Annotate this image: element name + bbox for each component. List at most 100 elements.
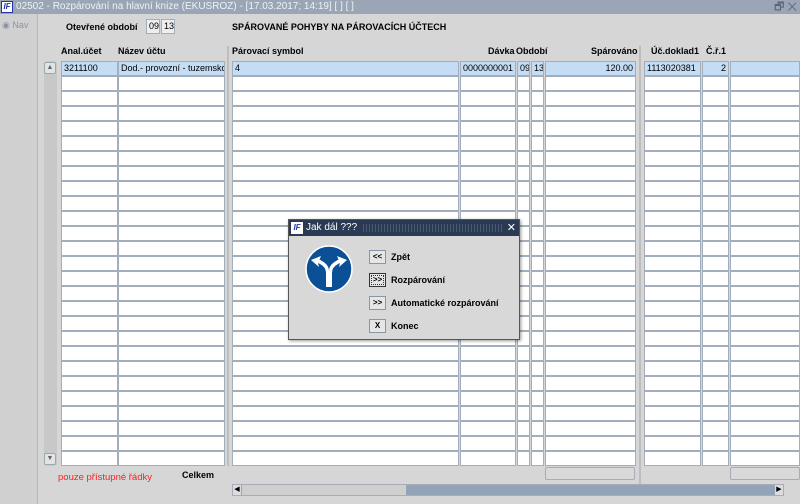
cell-anal[interactable]	[61, 391, 118, 406]
cell-extra[interactable]	[730, 136, 800, 151]
cell-extra[interactable]	[730, 406, 800, 421]
cell-anal[interactable]	[61, 241, 118, 256]
cell-sparovano[interactable]	[545, 316, 636, 331]
cell-extra[interactable]	[730, 121, 800, 136]
cell-anal[interactable]	[61, 331, 118, 346]
cell-symbol[interactable]	[232, 361, 459, 376]
cell-nazev[interactable]	[118, 301, 225, 316]
cell-anal[interactable]	[61, 181, 118, 196]
cell-davka[interactable]	[460, 76, 516, 91]
close-icon[interactable]: ✕	[507, 220, 516, 236]
cell-symbol[interactable]	[232, 76, 459, 91]
cell-m[interactable]	[517, 361, 530, 376]
cell-anal[interactable]	[61, 211, 118, 226]
cell-nazev[interactable]	[118, 346, 225, 361]
cell-y[interactable]	[531, 181, 544, 196]
cell-symbol[interactable]	[232, 106, 459, 121]
cell-y[interactable]	[531, 451, 544, 466]
cell-anal[interactable]	[61, 121, 118, 136]
cell-sparovano[interactable]	[545, 301, 636, 316]
cell-extra[interactable]	[730, 286, 800, 301]
cell-y[interactable]	[531, 421, 544, 436]
cell-cr[interactable]	[702, 181, 729, 196]
cell-y[interactable]: 13	[531, 61, 544, 76]
cell-cr[interactable]	[702, 346, 729, 361]
cell-y[interactable]	[531, 331, 544, 346]
cell-cr[interactable]	[702, 256, 729, 271]
cell-extra[interactable]	[730, 256, 800, 271]
cell-nazev[interactable]	[118, 211, 225, 226]
cell-extra[interactable]	[730, 376, 800, 391]
cell-doklad[interactable]	[644, 166, 701, 181]
cell-cr[interactable]	[702, 421, 729, 436]
cell-extra[interactable]	[730, 226, 800, 241]
cell-nazev[interactable]	[118, 241, 225, 256]
cell-sparovano[interactable]	[545, 151, 636, 166]
cell-doklad[interactable]	[644, 121, 701, 136]
cell-extra[interactable]	[730, 166, 800, 181]
cell-nazev[interactable]	[118, 256, 225, 271]
cell-sparovano[interactable]	[545, 436, 636, 451]
cell-cr[interactable]	[702, 286, 729, 301]
cell-nazev[interactable]: Dod.- provozní - tuzemsko,	[118, 61, 225, 76]
cell-doklad[interactable]	[644, 301, 701, 316]
cell-y[interactable]	[531, 211, 544, 226]
vertical-scrollbar[interactable]: ▲ ▼	[44, 61, 57, 466]
cell-extra[interactable]	[730, 421, 800, 436]
cell-extra[interactable]	[730, 301, 800, 316]
period-month[interactable]: 09	[146, 19, 160, 34]
cell-davka[interactable]	[460, 196, 516, 211]
cell-cr[interactable]	[702, 91, 729, 106]
cell-anal[interactable]	[61, 301, 118, 316]
cell-y[interactable]	[531, 316, 544, 331]
cell-anal[interactable]	[61, 406, 118, 421]
cell-doklad[interactable]	[644, 346, 701, 361]
cell-m[interactable]	[517, 391, 530, 406]
cell-sparovano[interactable]	[545, 406, 636, 421]
cell-doklad[interactable]	[644, 151, 701, 166]
cell-nazev[interactable]	[118, 376, 225, 391]
cell-symbol[interactable]	[232, 196, 459, 211]
cell-davka[interactable]	[460, 391, 516, 406]
cell-doklad[interactable]	[644, 316, 701, 331]
cell-doklad[interactable]	[644, 91, 701, 106]
cell-doklad[interactable]	[644, 211, 701, 226]
cell-nazev[interactable]	[118, 391, 225, 406]
cell-m[interactable]	[517, 421, 530, 436]
cell-doklad[interactable]	[644, 181, 701, 196]
cell-cr[interactable]	[702, 226, 729, 241]
cell-doklad[interactable]	[644, 391, 701, 406]
cell-cr[interactable]	[702, 271, 729, 286]
cell-nazev[interactable]	[118, 451, 225, 466]
cell-nazev[interactable]	[118, 406, 225, 421]
cell-nazev[interactable]	[118, 316, 225, 331]
nav-button[interactable]: ◉ Nav	[2, 20, 28, 31]
cell-nazev[interactable]	[118, 136, 225, 151]
cell-sparovano[interactable]	[545, 91, 636, 106]
cell-davka[interactable]	[460, 451, 516, 466]
cell-doklad[interactable]	[644, 76, 701, 91]
cell-doklad[interactable]	[644, 271, 701, 286]
cell-doklad[interactable]	[644, 436, 701, 451]
cell-davka[interactable]	[460, 91, 516, 106]
cell-y[interactable]	[531, 106, 544, 121]
cell-m[interactable]	[517, 166, 530, 181]
cell-cr[interactable]	[702, 361, 729, 376]
cell-y[interactable]	[531, 361, 544, 376]
cell-symbol[interactable]	[232, 376, 459, 391]
cell-doklad[interactable]	[644, 451, 701, 466]
cell-cr[interactable]	[702, 121, 729, 136]
cell-anal[interactable]	[61, 316, 118, 331]
cell-sparovano[interactable]	[545, 121, 636, 136]
cell-davka[interactable]	[460, 181, 516, 196]
cell-nazev[interactable]	[118, 151, 225, 166]
cell-anal[interactable]	[61, 376, 118, 391]
cell-extra[interactable]	[730, 436, 800, 451]
cell-nazev[interactable]	[118, 286, 225, 301]
cell-doklad[interactable]	[644, 361, 701, 376]
cell-m[interactable]	[517, 451, 530, 466]
cell-davka[interactable]	[460, 376, 516, 391]
cell-doklad[interactable]	[644, 376, 701, 391]
cell-extra[interactable]	[730, 151, 800, 166]
cell-m[interactable]	[517, 346, 530, 361]
